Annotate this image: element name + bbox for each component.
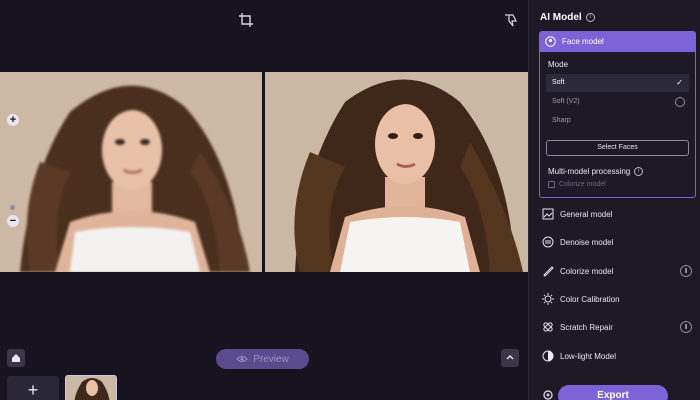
model-item-denoise[interactable]: Denoise model (542, 233, 692, 251)
gear-icon[interactable] (541, 388, 555, 400)
half-circle-icon (542, 350, 554, 362)
face-model-header[interactable]: Face model (539, 31, 696, 52)
ai-model-panel: AI Model i Face model Mode Soft ✓ Soft (… (528, 0, 700, 400)
mode-label: Mode (548, 60, 569, 69)
model-item-label: Denoise model (560, 237, 614, 247)
mode-option-sharp[interactable]: Sharp (546, 112, 689, 130)
model-item-scratch-repair[interactable]: Scratch Repair (542, 318, 692, 336)
thumbs-down-icon[interactable] (503, 12, 519, 28)
bottom-toolbar: Preview (0, 340, 528, 376)
check-icon: ✓ (676, 78, 683, 87)
sun-icon (542, 293, 554, 305)
zoom-level-indicator (10, 205, 15, 210)
brush-icon (543, 266, 554, 277)
original-photo (0, 72, 262, 272)
multi-model-processing: Multi-model processing i (548, 167, 644, 176)
colorize-model-checkbox[interactable]: Colorize model (548, 181, 606, 188)
multi-model-label: Multi-model processing (548, 167, 631, 176)
crop-icon[interactable] (238, 12, 254, 28)
model-item-general[interactable]: General model (542, 205, 692, 223)
home-icon (12, 354, 20, 362)
chevron-up-icon (506, 355, 514, 360)
image-thumbnail[interactable] (65, 375, 117, 400)
select-faces-button[interactable]: Select Faces (546, 140, 689, 156)
mode-option-label: Soft (552, 79, 565, 86)
before-after-compare[interactable] (0, 72, 528, 272)
model-item-label: Colorize model (560, 266, 614, 276)
panel-title-text: AI Model (540, 12, 582, 23)
checkbox-icon (548, 181, 555, 188)
export-button[interactable]: Export (558, 385, 668, 400)
info-icon[interactable]: i (634, 167, 644, 176)
workspace: + − Preview + (0, 0, 528, 400)
mode-option-label: Sharp (552, 117, 571, 124)
download-icon[interactable] (675, 97, 685, 107)
face-icon (545, 36, 556, 47)
model-item-label: General model (560, 209, 613, 219)
add-image-button[interactable]: + (7, 376, 59, 400)
home-button[interactable] (7, 349, 25, 367)
enhanced-photo (265, 72, 528, 272)
panel-title: AI Model i (540, 12, 595, 23)
zoom-in-button[interactable]: + (7, 114, 19, 126)
download-icon[interactable] (680, 265, 692, 277)
face-model-options: Mode Soft ✓ Soft (V2) Sharp Select Faces… (539, 52, 696, 198)
eye-icon (236, 356, 248, 362)
model-item-label: Color Calibration (560, 294, 620, 304)
bandage-icon (543, 322, 553, 332)
preview-label: Preview (253, 353, 289, 365)
face-model-label: Face model (562, 37, 604, 46)
image-icon (542, 208, 554, 220)
model-item-color-calibration[interactable]: Color Calibration (542, 290, 692, 308)
model-item-label: Low-light Model (560, 351, 617, 361)
mode-option-soft[interactable]: Soft ✓ (546, 74, 689, 92)
model-item-low-light[interactable]: Low-light Model (542, 347, 692, 365)
model-item-colorize[interactable]: Colorize model (542, 262, 692, 280)
collapse-button[interactable] (501, 349, 519, 367)
model-item-label: Scratch Repair (560, 322, 613, 332)
zoom-out-button[interactable]: − (7, 215, 19, 227)
denoise-icon (542, 236, 554, 248)
colorize-checkbox-label: Colorize model (559, 181, 606, 188)
preview-button[interactable]: Preview (216, 349, 309, 369)
download-icon[interactable] (680, 321, 692, 333)
top-toolbar (0, 0, 528, 40)
mode-option-soft-v2[interactable]: Soft (V2) (546, 93, 689, 111)
info-icon[interactable]: i (585, 13, 595, 22)
mode-option-label: Soft (V2) (552, 98, 580, 105)
